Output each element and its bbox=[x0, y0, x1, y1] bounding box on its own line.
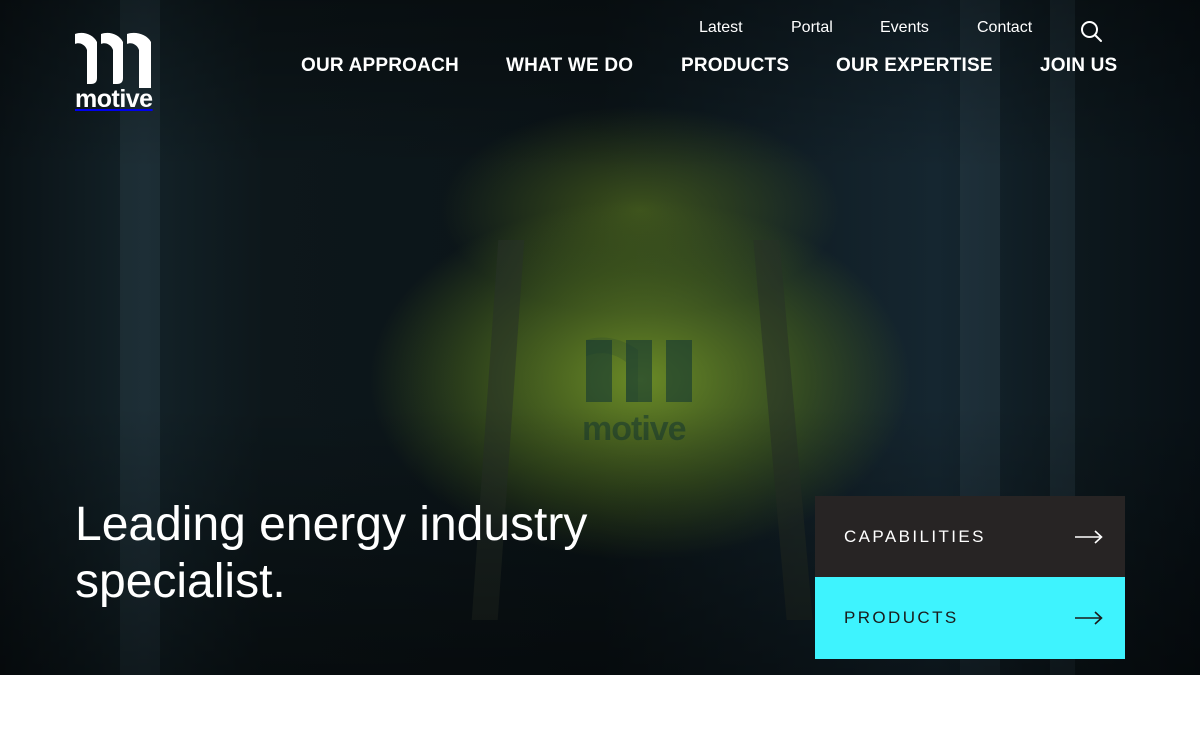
search-icon[interactable] bbox=[1079, 19, 1103, 43]
nav-join-us[interactable]: JOIN US bbox=[1040, 55, 1117, 77]
capabilities-label: CAPABILITIES bbox=[844, 526, 986, 546]
products-label: PRODUCTS bbox=[844, 608, 959, 627]
arrow-right-icon bbox=[1075, 529, 1103, 544]
util-link-portal[interactable]: Portal bbox=[791, 18, 833, 38]
nav-our-expertise[interactable]: OUR EXPERTISE bbox=[836, 55, 993, 77]
products-button[interactable]: PRODUCTS bbox=[815, 577, 1125, 659]
hero-headline: Leading energy industry specialist. bbox=[75, 498, 588, 608]
arrow-right-icon bbox=[1075, 611, 1103, 625]
nav-what-we-do[interactable]: WHAT WE DO bbox=[506, 55, 633, 77]
util-link-events[interactable]: Events bbox=[880, 18, 929, 38]
util-link-latest[interactable]: Latest bbox=[699, 18, 743, 38]
logo-wordmark: motive bbox=[75, 85, 153, 113]
capabilities-button[interactable]: CAPABILITIES bbox=[815, 496, 1125, 577]
site-logo[interactable]: motive bbox=[75, 32, 153, 113]
util-link-contact[interactable]: Contact bbox=[977, 18, 1032, 38]
utility-nav: Latest Portal Events Contact bbox=[0, 18, 1200, 40]
motive-logo-icon bbox=[75, 32, 151, 88]
nav-products[interactable]: PRODUCTS bbox=[681, 55, 789, 77]
nav-our-approach[interactable]: OUR APPROACH bbox=[301, 55, 459, 77]
